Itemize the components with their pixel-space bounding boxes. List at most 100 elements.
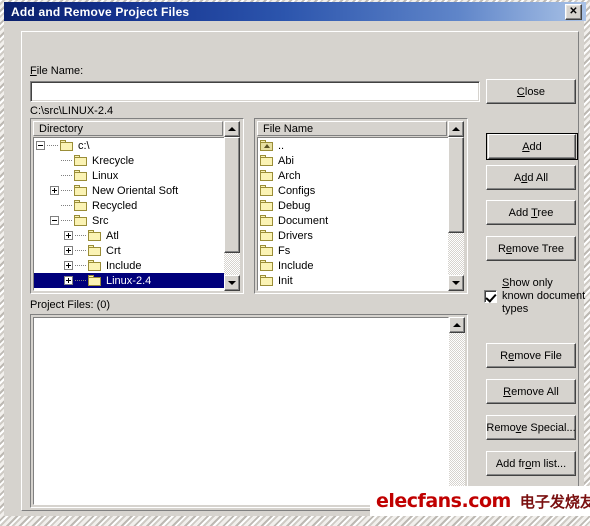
directory-tree-item[interactable]: Include: [34, 258, 224, 273]
add-remove-project-files-dialog: Add and Remove Project Files ✕ File Name…: [0, 0, 590, 518]
remove-all-button[interactable]: Remove All: [486, 379, 576, 404]
add-from-list-button-label: m list...: [531, 457, 567, 470]
project-files-scrollbar[interactable]: [449, 317, 465, 503]
directory-tree-item[interactable]: c:\: [34, 138, 224, 153]
directory-tree-item[interactable]: Krecycle: [34, 153, 224, 168]
add-all-button[interactable]: Add All: [486, 165, 576, 190]
file-list-item[interactable]: Document: [258, 213, 448, 228]
project-files-scrollbar-track[interactable]: [449, 333, 465, 487]
directory-tree-item[interactable]: Crt: [34, 243, 224, 258]
folder-body: [260, 262, 273, 271]
directory-tree-item-label: Crt: [106, 244, 121, 257]
folder-body: [88, 277, 101, 286]
file-list-item[interactable]: ..: [258, 138, 448, 153]
tree-connector: [61, 175, 73, 176]
expand-icon[interactable]: [64, 276, 73, 285]
file-list-item[interactable]: Configs: [258, 183, 448, 198]
tree-connector: [61, 190, 73, 191]
tree-connector: [61, 220, 73, 221]
directory-tree-item-label: Linux: [92, 169, 119, 182]
remove-tree-button-label: move Tree: [512, 242, 565, 255]
directory-tree-item[interactable]: Linux: [34, 168, 224, 183]
folder-icon: [88, 230, 102, 241]
directory-tree-list[interactable]: c:\ Krecycle Linux New Oriental Soft Recycle…: [33, 137, 225, 291]
add-tree-button-label: ree: [537, 206, 554, 219]
file-list-item-label: Debug: [278, 199, 311, 212]
folder-body: [260, 247, 273, 256]
directory-tree-item[interactable]: Recycled: [34, 198, 224, 213]
file-name-list[interactable]: .. Abi Arch Configs Debug Document Drivers Fs In…: [257, 137, 449, 291]
directory-scroll-down-button[interactable]: [224, 275, 240, 291]
directory-tree-item[interactable]: Linux-2.4: [34, 273, 224, 288]
close-icon[interactable]: ✕: [565, 3, 582, 20]
expand-icon[interactable]: [64, 231, 73, 240]
collapse-icon[interactable]: [50, 216, 59, 225]
remove-tree-button[interactable]: Remove Tree: [486, 236, 576, 261]
folder-body: [260, 217, 273, 226]
file-list-item[interactable]: Abi: [258, 153, 448, 168]
directory-panel: Directory c:\ Krecycle Linux New Oriental S…: [30, 118, 244, 294]
file-list-item-label: Abi: [278, 154, 294, 167]
file-list-item[interactable]: Include: [258, 258, 448, 273]
directory-tree-item[interactable]: Src: [34, 213, 224, 228]
add-button[interactable]: Add: [486, 133, 578, 160]
directory-tree-item[interactable]: Mfc: [34, 288, 224, 291]
file-scroll-up-button[interactable]: [448, 121, 464, 137]
chevron-up-icon: [228, 127, 236, 131]
show-known-types-label: Show only known document types: [502, 277, 586, 315]
directory-scrollbar-thumb[interactable]: [224, 137, 240, 253]
title-bar[interactable]: Add and Remove Project Files ✕: [4, 2, 586, 21]
add-from-list-button[interactable]: Add from list...: [486, 451, 576, 476]
file-scrollbar-thumb[interactable]: [448, 137, 464, 233]
project-files-list[interactable]: [33, 317, 449, 505]
file-list-item-label: Configs: [278, 184, 316, 197]
directory-tree-item-label: Mfc: [106, 290, 124, 291]
remove-special-button[interactable]: Remove Special...: [486, 415, 576, 440]
tree-connector: [75, 265, 87, 266]
add-tree-button[interactable]: Add Tree: [486, 200, 576, 225]
directory-scrollbar[interactable]: [224, 121, 240, 291]
close-button-label: lose: [524, 85, 546, 98]
expand-icon[interactable]: [50, 186, 59, 195]
remove-special-button-label: e Special...: [521, 421, 576, 434]
expand-icon[interactable]: [64, 261, 73, 270]
remove-file-button[interactable]: Remove File: [486, 343, 576, 368]
file-list-item[interactable]: Arch: [258, 168, 448, 183]
file-list-item-label: Include: [278, 259, 314, 272]
folder-body: [260, 232, 273, 241]
project-files-label: Project Files: (0): [30, 299, 111, 311]
folder-icon: [260, 215, 274, 226]
file-scroll-down-button[interactable]: [448, 275, 464, 291]
file-name-input[interactable]: [30, 81, 480, 102]
file-list-item[interactable]: Drivers: [258, 228, 448, 243]
file-panel-header: File Name: [257, 121, 447, 136]
folder-icon: [88, 290, 102, 291]
collapse-icon[interactable]: [36, 141, 45, 150]
directory-tree-item[interactable]: New Oriental Soft: [34, 183, 224, 198]
file-list-item[interactable]: Fs: [258, 243, 448, 258]
folder-icon: [260, 290, 274, 291]
file-list-item[interactable]: Init: [258, 273, 448, 288]
folder-body: [74, 217, 87, 226]
file-list-item[interactable]: Ipc: [258, 288, 448, 291]
directory-tree-item-label: Krecycle: [92, 154, 135, 167]
file-name-label-rest: ile Name:: [36, 65, 84, 77]
directory-tree-item-label: New Oriental Soft: [92, 184, 179, 197]
close-button[interactable]: Close: [486, 79, 576, 104]
folder-icon: [88, 275, 102, 286]
dialog-inner-panel: File Name: C:\src\LINUX-2.4 Directory c:…: [21, 31, 585, 512]
file-list-item-label: Ipc: [278, 290, 293, 291]
chevron-up-icon: [452, 127, 460, 131]
directory-tree-item[interactable]: Atl: [34, 228, 224, 243]
show-known-types-checkbox[interactable]: [484, 290, 497, 303]
project-files-scroll-up-button[interactable]: [449, 317, 465, 333]
chevron-up-icon: [453, 323, 461, 327]
file-list-item-label: Arch: [278, 169, 301, 182]
expand-icon[interactable]: [64, 246, 73, 255]
file-list-item[interactable]: Debug: [258, 198, 448, 213]
watermark: elecfans.com 电子发烧友: [370, 486, 590, 516]
current-path-text: C:\src\LINUX-2.4: [30, 105, 114, 117]
file-scrollbar[interactable]: [448, 121, 464, 291]
directory-scroll-up-button[interactable]: [224, 121, 240, 137]
